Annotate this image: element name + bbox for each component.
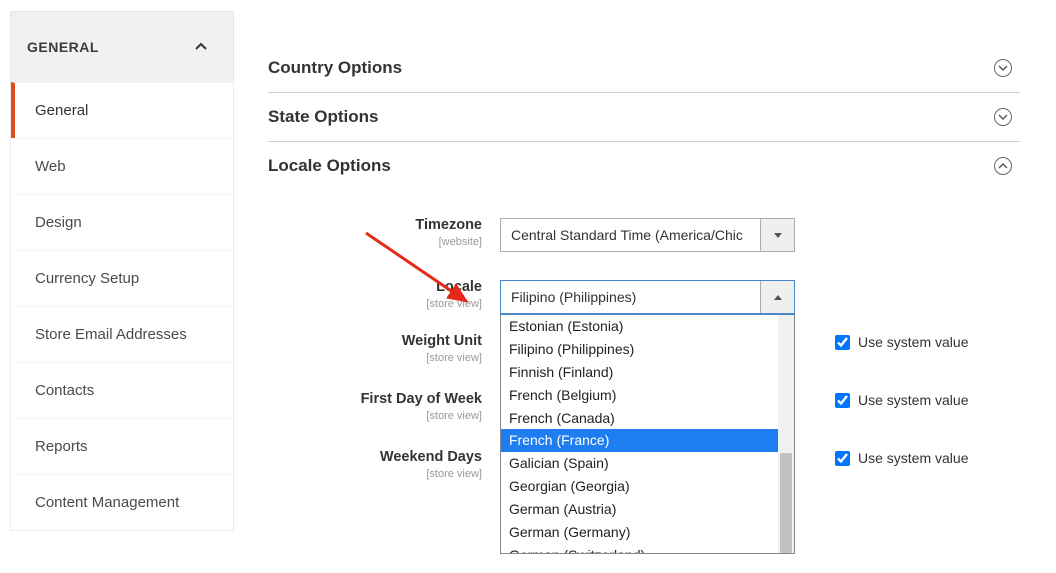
field-scope: [store view] xyxy=(268,410,482,422)
field-control: Filipino (Philippines) Estonian (Estonia… xyxy=(500,280,795,314)
section-title: State Options xyxy=(268,107,379,127)
locale-option[interactable]: Georgian (Georgia) xyxy=(501,475,794,498)
field-label: Weight Unit [store view] xyxy=(268,334,500,364)
chevron-up-icon xyxy=(191,37,211,57)
use-system-value[interactable]: Use system value xyxy=(835,334,968,350)
field-label: First Day of Week [store view] xyxy=(268,392,500,422)
use-system-value-checkbox[interactable] xyxy=(835,335,850,350)
section-title: Locale Options xyxy=(268,156,391,176)
config-main: Country Options State Options Locale Opt… xyxy=(268,44,1020,508)
use-system-value-label: Use system value xyxy=(858,334,968,350)
locale-options-form: Timezone [website] Central Standard Time… xyxy=(268,218,1020,480)
locale-option[interactable]: Galician (Spain) xyxy=(501,452,794,475)
use-system-value[interactable]: Use system value xyxy=(835,392,968,408)
locale-dropdown-list: Estonian (Estonia)Filipino (Philippines)… xyxy=(501,315,794,554)
section-country-options[interactable]: Country Options xyxy=(268,44,1020,93)
timezone-select[interactable]: Central Standard Time (America/Chic xyxy=(500,218,795,252)
field-label: Weekend Days [store view] xyxy=(268,450,500,480)
sidebar-item-label: Contacts xyxy=(35,382,94,399)
locale-select[interactable]: Filipino (Philippines) xyxy=(500,280,795,314)
scrollbar-thumb[interactable] xyxy=(780,453,792,553)
locale-option[interactable]: German (Germany) xyxy=(501,521,794,544)
locale-dropdown[interactable]: Estonian (Estonia)Filipino (Philippines)… xyxy=(500,314,795,554)
locale-option[interactable]: French (France) xyxy=(501,429,794,452)
field-label: Timezone [website] xyxy=(268,218,500,248)
field-label-text: Weekend Days xyxy=(380,449,482,465)
sidebar-item-web[interactable]: Web xyxy=(11,138,233,194)
sidebar-item-contacts[interactable]: Contacts xyxy=(11,362,233,418)
locale-option[interactable]: German (Switzerland) xyxy=(501,544,794,554)
sidebar-item-content-management[interactable]: Content Management xyxy=(11,474,233,530)
chevron-up-icon xyxy=(760,281,794,313)
sidebar-item-store-email[interactable]: Store Email Addresses xyxy=(11,306,233,362)
field-label-text: Weight Unit xyxy=(402,333,482,349)
field-control: Central Standard Time (America/Chic xyxy=(500,218,795,252)
field-locale: Locale [store view] Filipino (Philippine… xyxy=(268,280,1020,314)
chevron-down-icon xyxy=(994,59,1012,77)
sidebar-section-header[interactable]: GENERAL xyxy=(10,11,234,81)
sidebar-item-label: Reports xyxy=(35,438,88,455)
sidebar-item-label: Currency Setup xyxy=(35,270,139,287)
sidebar-item-reports[interactable]: Reports xyxy=(11,418,233,474)
locale-option[interactable]: Estonian (Estonia) xyxy=(501,315,794,338)
chevron-up-icon xyxy=(994,157,1012,175)
locale-option[interactable]: Finnish (Finland) xyxy=(501,361,794,384)
select-value: Filipino (Philippines) xyxy=(501,281,760,313)
config-sidebar: GENERAL General Web Design Currency Setu… xyxy=(10,11,234,531)
select-value: Central Standard Time (America/Chic xyxy=(501,219,760,251)
field-scope: [store view] xyxy=(268,352,482,364)
chevron-down-icon xyxy=(760,219,794,251)
field-scope: [website] xyxy=(268,236,482,248)
locale-option[interactable]: French (Belgium) xyxy=(501,384,794,407)
locale-option[interactable]: French (Canada) xyxy=(501,407,794,430)
chevron-down-icon xyxy=(994,108,1012,126)
field-scope: [store view] xyxy=(268,468,482,480)
field-label-text: Locale xyxy=(436,279,482,295)
scrollbar[interactable] xyxy=(778,315,794,553)
field-timezone: Timezone [website] Central Standard Time… xyxy=(268,218,1020,252)
field-label: Locale [store view] xyxy=(268,280,500,310)
section-state-options[interactable]: State Options xyxy=(268,93,1020,142)
section-locale-options[interactable]: Locale Options xyxy=(268,142,1020,190)
sidebar-item-general[interactable]: General xyxy=(11,82,233,138)
section-title: Country Options xyxy=(268,58,402,78)
locale-option[interactable]: Filipino (Philippines) xyxy=(501,338,794,361)
sidebar-item-design[interactable]: Design xyxy=(11,194,233,250)
sidebar-item-currency-setup[interactable]: Currency Setup xyxy=(11,250,233,306)
use-system-value[interactable]: Use system value xyxy=(835,450,968,466)
use-system-value-label: Use system value xyxy=(858,392,968,408)
field-label-text: First Day of Week xyxy=(361,391,482,407)
use-system-value-checkbox[interactable] xyxy=(835,451,850,466)
field-scope: [store view] xyxy=(268,298,482,310)
sidebar-item-label: General xyxy=(35,102,88,119)
field-label-text: Timezone xyxy=(415,217,482,233)
sidebar-item-label: Store Email Addresses xyxy=(35,326,187,343)
use-system-value-checkbox[interactable] xyxy=(835,393,850,408)
sidebar-section-title: GENERAL xyxy=(27,39,99,55)
locale-option[interactable]: German (Austria) xyxy=(501,498,794,521)
sidebar-item-label: Web xyxy=(35,158,66,175)
sidebar-items: General Web Design Currency Setup Store … xyxy=(10,81,234,531)
sidebar-item-label: Design xyxy=(35,214,82,231)
sidebar-item-label: Content Management xyxy=(35,494,179,511)
use-system-value-label: Use system value xyxy=(858,450,968,466)
